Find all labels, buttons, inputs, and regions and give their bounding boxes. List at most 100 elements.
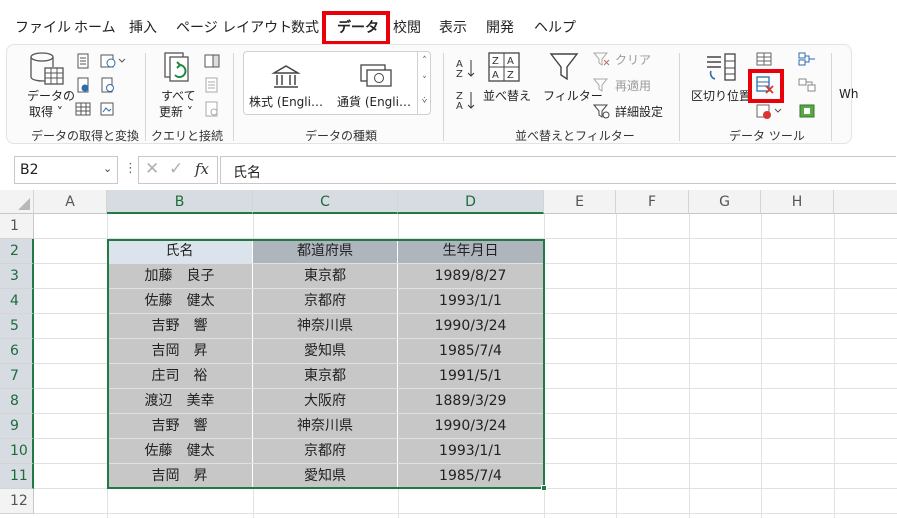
header-name[interactable]: 氏名 bbox=[107, 239, 252, 263]
row-header-6[interactable]: 6 bbox=[0, 339, 34, 364]
filter-icon[interactable] bbox=[549, 51, 579, 83]
from-text-icon[interactable] bbox=[75, 53, 91, 69]
get-data-label-2[interactable]: 取得 ˅ bbox=[29, 103, 63, 120]
tab-developer[interactable]: 開発 bbox=[486, 14, 514, 42]
tab-home[interactable]: ホーム bbox=[74, 14, 116, 42]
refresh-all-label-1[interactable]: すべて bbox=[161, 87, 196, 104]
formula-input[interactable]: 氏名 bbox=[220, 156, 896, 184]
birthdate-cell[interactable]: 1985/7/4 bbox=[398, 339, 543, 363]
birthdate-cell[interactable]: 1990/3/24 bbox=[398, 414, 543, 438]
row-header-5[interactable]: 5 bbox=[0, 314, 34, 339]
from-picture-icon[interactable] bbox=[99, 101, 115, 117]
birthdate-cell[interactable]: 1990/3/24 bbox=[398, 314, 543, 338]
row-header-8[interactable]: 8 bbox=[0, 389, 34, 414]
advanced-label[interactable]: 詳細設定 bbox=[615, 103, 663, 120]
col-header-d[interactable]: D bbox=[398, 190, 544, 214]
stocks-icon[interactable] bbox=[271, 63, 301, 91]
col-header-g[interactable]: G bbox=[689, 190, 761, 214]
prefecture-cell[interactable]: 東京都 bbox=[253, 364, 397, 388]
from-table-icon[interactable] bbox=[75, 101, 91, 117]
gallery-scroll[interactable]: ˄ ˅ ⩒ bbox=[417, 51, 431, 115]
name-cell[interactable]: 吉岡 昇 bbox=[107, 464, 252, 488]
tab-insert[interactable]: 挿入 bbox=[129, 14, 157, 42]
prefecture-cell[interactable]: 京都府 bbox=[253, 289, 397, 313]
prefecture-cell[interactable]: 京都府 bbox=[253, 439, 397, 463]
text-to-columns-label[interactable]: 区切り位置 bbox=[691, 87, 751, 104]
birthdate-cell[interactable]: 1991/5/1 bbox=[398, 364, 543, 388]
consolidate-icon[interactable] bbox=[797, 51, 817, 67]
name-cell[interactable]: 佐藤 健太 bbox=[107, 289, 252, 313]
tab-view[interactable]: 表示 bbox=[439, 14, 467, 42]
header-birthdate[interactable]: 生年月日 bbox=[398, 239, 543, 263]
stocks-label[interactable]: 株式 (Engli… bbox=[249, 93, 323, 110]
col-header-a[interactable]: A bbox=[34, 190, 107, 214]
tab-help[interactable]: ヘルプ bbox=[534, 14, 576, 42]
name-cell[interactable]: 佐藤 健太 bbox=[107, 439, 252, 463]
name-cell[interactable]: 吉野 響 bbox=[107, 314, 252, 338]
tab-page-layout[interactable]: ページ レイアウト bbox=[176, 14, 292, 42]
more-options-icon[interactable]: ⋮ bbox=[124, 161, 137, 176]
sort-label[interactable]: 並べ替え bbox=[483, 87, 531, 104]
worksheet-grid[interactable]: A B C D E F G H 1 2 3 4 5 6 7 8 9 10 11 … bbox=[0, 190, 897, 518]
tab-formulas[interactable]: 数式 bbox=[291, 14, 319, 42]
refresh-all-label-2[interactable]: 更新 ˅ bbox=[159, 103, 193, 120]
row-header-12[interactable]: 12 bbox=[0, 489, 34, 514]
from-web-icon[interactable] bbox=[99, 53, 129, 69]
birthdate-cell[interactable]: 1889/3/29 bbox=[398, 389, 543, 413]
currency-label[interactable]: 通貨 (Engli… bbox=[337, 93, 411, 110]
header-prefecture[interactable]: 都道府県 bbox=[253, 239, 397, 263]
birthdate-cell[interactable]: 1993/1/1 bbox=[398, 289, 543, 313]
name-cell[interactable]: 渡辺 美幸 bbox=[107, 389, 252, 413]
prefecture-cell[interactable]: 愛知県 bbox=[253, 339, 397, 363]
prefecture-cell[interactable]: 愛知県 bbox=[253, 464, 397, 488]
fill-handle[interactable] bbox=[541, 485, 547, 491]
col-header-e[interactable]: E bbox=[544, 190, 616, 214]
insert-function-icon[interactable]: fx bbox=[195, 160, 209, 178]
refresh-all-icon[interactable] bbox=[161, 51, 195, 87]
recent-sources-icon[interactable] bbox=[75, 77, 91, 93]
name-cell[interactable]: 吉野 響 bbox=[107, 414, 252, 438]
prefecture-cell[interactable]: 神奈川県 bbox=[253, 414, 397, 438]
row-header-10[interactable]: 10 bbox=[0, 439, 34, 464]
birthdate-cell[interactable]: 1985/7/4 bbox=[398, 464, 543, 488]
col-header-c[interactable]: C bbox=[253, 190, 398, 214]
name-cell[interactable]: 加藤 良子 bbox=[107, 264, 252, 288]
data-model-icon[interactable] bbox=[797, 103, 817, 119]
name-box[interactable]: B2 ⌄ bbox=[14, 156, 118, 184]
col-header-h[interactable]: H bbox=[761, 190, 834, 214]
get-data-label-1[interactable]: データの bbox=[27, 87, 75, 104]
prefecture-cell[interactable]: 神奈川県 bbox=[253, 314, 397, 338]
database-table-icon[interactable] bbox=[27, 51, 67, 89]
text-to-columns-icon[interactable] bbox=[703, 51, 739, 83]
prefecture-cell[interactable]: 大阪府 bbox=[253, 389, 397, 413]
row-header-3[interactable]: 3 bbox=[0, 264, 34, 289]
birthdate-cell[interactable]: 1993/1/1 bbox=[398, 439, 543, 463]
what-if-analysis-label[interactable]: Wh bbox=[839, 87, 858, 101]
tab-review[interactable]: 校閲 bbox=[393, 14, 421, 42]
select-all-corner[interactable] bbox=[0, 190, 34, 214]
row-header-1[interactable]: 1 bbox=[0, 214, 34, 239]
chevron-down-icon[interactable]: ⌄ bbox=[103, 162, 112, 175]
row-header-7[interactable]: 7 bbox=[0, 364, 34, 389]
prefecture-cell[interactable]: 東京都 bbox=[253, 264, 397, 288]
existing-connections-icon[interactable] bbox=[99, 77, 115, 93]
row-header-2[interactable]: 2 bbox=[0, 239, 34, 264]
sort-az-icon[interactable]: AZ bbox=[455, 57, 477, 79]
name-cell[interactable]: 吉岡 昇 bbox=[107, 339, 252, 363]
row-header-11[interactable]: 11 bbox=[0, 464, 34, 489]
tab-file[interactable]: ファイル bbox=[15, 14, 71, 42]
sort-za-icon[interactable]: ZA bbox=[455, 89, 477, 111]
col-header-b[interactable]: B bbox=[107, 190, 253, 214]
sort-dialog-icon[interactable]: ZA AZ bbox=[487, 51, 521, 83]
queries-connections-icon[interactable] bbox=[203, 53, 221, 69]
advanced-filter-icon[interactable] bbox=[593, 103, 611, 119]
birthdate-cell[interactable]: 1989/8/27 bbox=[398, 264, 543, 288]
relationships-icon[interactable] bbox=[797, 77, 817, 93]
name-cell[interactable]: 庄司 裕 bbox=[107, 364, 252, 388]
currency-icon[interactable] bbox=[359, 61, 393, 91]
data-validation-icon[interactable] bbox=[755, 103, 785, 121]
col-header-f[interactable]: F bbox=[616, 190, 689, 214]
flash-fill-icon[interactable] bbox=[755, 51, 773, 67]
row-header-9[interactable]: 9 bbox=[0, 414, 34, 439]
row-header-4[interactable]: 4 bbox=[0, 289, 34, 314]
